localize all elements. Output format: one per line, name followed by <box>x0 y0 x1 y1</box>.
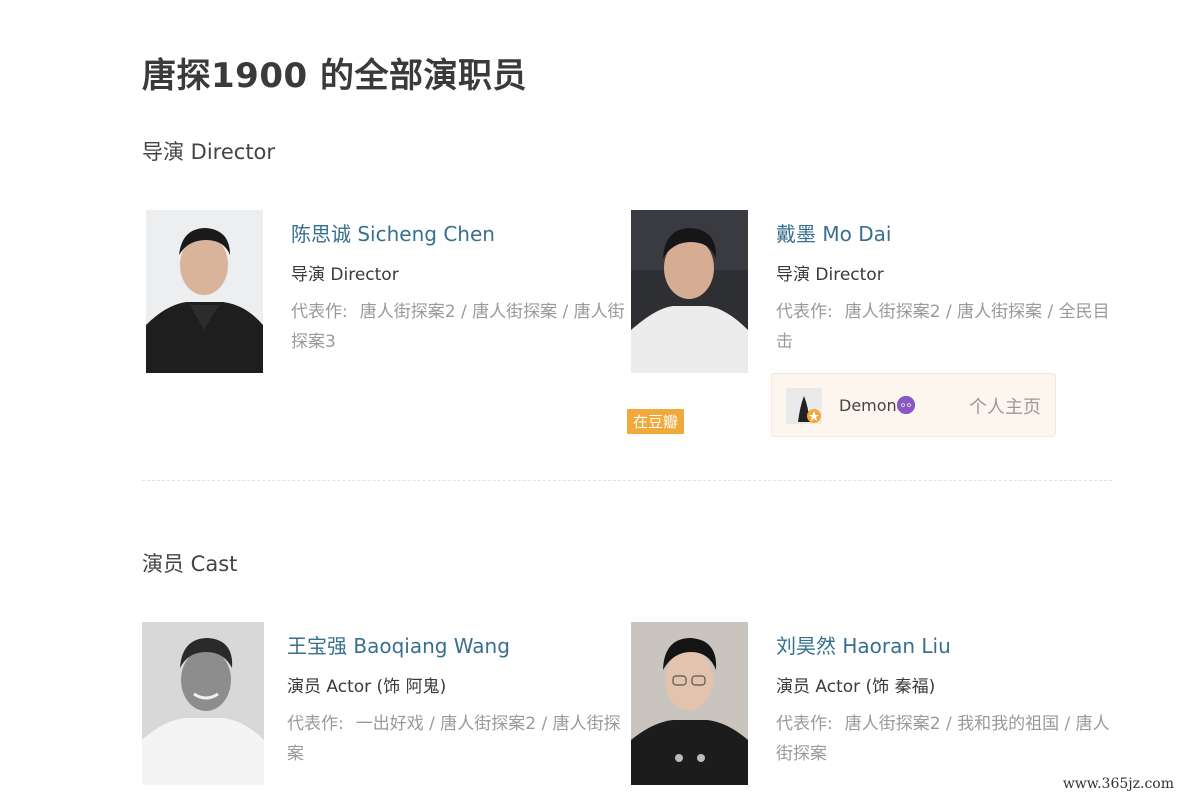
person-photo[interactable] <box>631 622 748 785</box>
person-card: 在豆瓣 戴墨 Mo Dai 导演 Director 代表作: 唐人街探案2 / 唐… <box>627 210 1110 440</box>
user-name[interactable]: Demon <box>839 396 897 415</box>
section-divider <box>142 480 1112 481</box>
works-label: 代表作: <box>776 714 833 734</box>
works-label: 代表作: <box>287 714 344 734</box>
user-profile-box: Demon 个人主页 <box>771 373 1056 437</box>
homepage-link[interactable]: 个人主页 <box>969 393 1041 419</box>
person-role: 演员 Actor (饰 阿鬼) <box>287 677 447 697</box>
douban-badge: 在豆瓣 <box>627 409 685 434</box>
person-card: 陈思诚 Sicheng Chen 导演 Director 代表作: 唐人街探案2 … <box>146 210 625 380</box>
person-works: 代表作: 唐人街探案2 / 我和我的祖国 / 唐人街探案 <box>776 709 1111 769</box>
person-name-link[interactable]: 刘昊然 Haoran Liu <box>776 630 1111 659</box>
person-role: 演员 Actor (饰 秦福) <box>776 677 936 697</box>
user-avatar[interactable] <box>786 388 822 424</box>
section-heading-cast: 演员 Cast <box>142 552 238 576</box>
person-works: 代表作: 一出好戏 / 唐人街探案2 / 唐人街探案 <box>287 709 622 769</box>
person-role: 导演 Director <box>776 265 884 285</box>
person-role: 导演 Director <box>291 265 399 285</box>
person-photo[interactable] <box>631 210 748 373</box>
person-photo[interactable] <box>142 622 264 785</box>
person-name-link[interactable]: 戴墨 Mo Dai <box>776 218 1111 247</box>
person-photo[interactable] <box>146 210 263 373</box>
person-works: 代表作: 唐人街探案2 / 唐人街探案 / 唐人街探案3 <box>291 297 626 357</box>
section-heading-director: 导演 Director <box>142 140 276 164</box>
person-card: 刘昊然 Haoran Liu 演员 Actor (饰 秦福) 代表作: 唐人街探案… <box>631 622 1110 792</box>
person-works: 代表作: 唐人街探案2 / 唐人街探案 / 全民目击 <box>776 297 1111 357</box>
works-label: 代表作: <box>291 302 348 322</box>
site-watermark: www.365jz.com <box>1062 776 1174 792</box>
devil-emoji-icon <box>897 396 915 414</box>
person-name-link[interactable]: 王宝强 Baoqiang Wang <box>287 630 622 659</box>
works-label: 代表作: <box>776 302 833 322</box>
person-card: 王宝强 Baoqiang Wang 演员 Actor (饰 阿鬼) 代表作: 一出… <box>142 622 621 792</box>
person-name-link[interactable]: 陈思诚 Sicheng Chen <box>291 218 626 247</box>
page-title: 唐探1900 的全部演职员 <box>142 56 527 96</box>
